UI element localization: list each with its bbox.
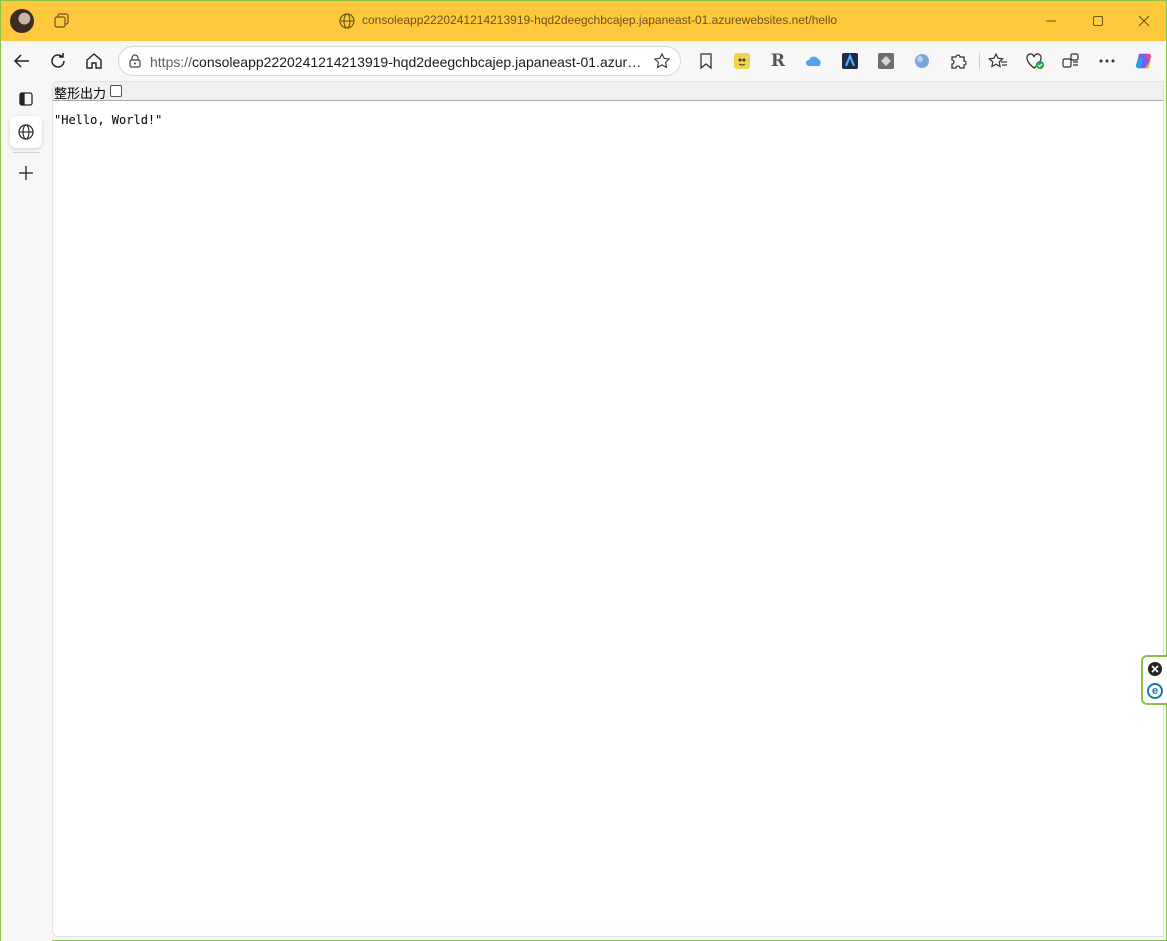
refresh-icon xyxy=(51,53,65,68)
page-content: 整形出力 "Hello, World!" xyxy=(52,81,1164,937)
url-host: consoleapp2220241214213919-hqd2deegchbca… xyxy=(192,54,646,70)
favorites-icon[interactable] xyxy=(988,51,1008,71)
extension-blue-sphere-icon[interactable] xyxy=(912,51,932,71)
new-tab-icon xyxy=(19,166,33,180)
globe-tab-icon xyxy=(18,124,34,140)
onedrive-icon[interactable] xyxy=(804,51,824,71)
minimize-button[interactable] xyxy=(1028,1,1074,41)
extensions-puzzle-icon[interactable] xyxy=(948,51,968,71)
copilot-icon[interactable] xyxy=(1134,51,1154,71)
vertical-side-rail xyxy=(1,81,52,941)
home-icon xyxy=(86,53,102,69)
window-title: consoleapp2220241214213919-hqd2deegchbca… xyxy=(362,13,838,27)
tab-actions-icon xyxy=(19,92,33,106)
close-window-button[interactable] xyxy=(1121,1,1167,41)
extension-dark-icon[interactable] xyxy=(840,51,860,71)
json-response-text: "Hello, World!" xyxy=(54,113,163,127)
back-button[interactable] xyxy=(8,47,36,75)
lock-icon[interactable] xyxy=(127,53,143,69)
floating-sidebar-widget: e xyxy=(1141,655,1167,705)
tab-globe-active[interactable] xyxy=(10,116,42,148)
pretty-print-label: 整形出力 xyxy=(54,87,107,102)
extension-r-icon[interactable]: R xyxy=(768,51,788,71)
browser-window: consoleapp2220241214213919-hqd2deegchbca… xyxy=(0,0,1167,941)
edge-logo-icon[interactable]: e xyxy=(1147,683,1163,699)
maximize-button[interactable] xyxy=(1075,1,1121,41)
browser-essentials-icon[interactable] xyxy=(1025,51,1045,71)
rail-separator xyxy=(13,152,40,153)
pretty-print-bar: 整形出力 xyxy=(53,82,1163,102)
url-text[interactable]: https://consoleapp2220241214213919-hqd2d… xyxy=(150,54,646,70)
url-protocol: https:// xyxy=(150,54,193,70)
home-button[interactable] xyxy=(80,47,108,75)
workspaces-icon[interactable] xyxy=(53,12,71,30)
toolbar-separator xyxy=(979,53,980,69)
pretty-print-checkbox[interactable] xyxy=(110,85,122,97)
close-widget-icon[interactable] xyxy=(1148,662,1162,676)
collections-icon[interactable] xyxy=(1061,51,1081,71)
title-bar: consoleapp2220241214213919-hqd2deegchbca… xyxy=(1,1,1166,41)
back-arrow-icon xyxy=(13,54,29,68)
site-globe-icon xyxy=(338,12,356,30)
address-bar[interactable]: https://consoleapp2220241214213919-hqd2d… xyxy=(118,46,681,76)
extension-gray-icon[interactable] xyxy=(876,51,896,71)
tab-actions-button[interactable] xyxy=(10,83,42,115)
new-tab-button[interactable] xyxy=(10,157,42,189)
profile-avatar[interactable] xyxy=(10,9,34,33)
add-favorite-star-icon[interactable] xyxy=(653,52,671,70)
more-icon[interactable] xyxy=(1097,51,1117,71)
favorites-bar-icon[interactable] xyxy=(696,51,716,71)
refresh-button[interactable] xyxy=(44,47,72,75)
extension-character-icon[interactable] xyxy=(732,51,752,71)
navigation-toolbar: https://consoleapp2220241214213919-hqd2d… xyxy=(1,41,1166,81)
